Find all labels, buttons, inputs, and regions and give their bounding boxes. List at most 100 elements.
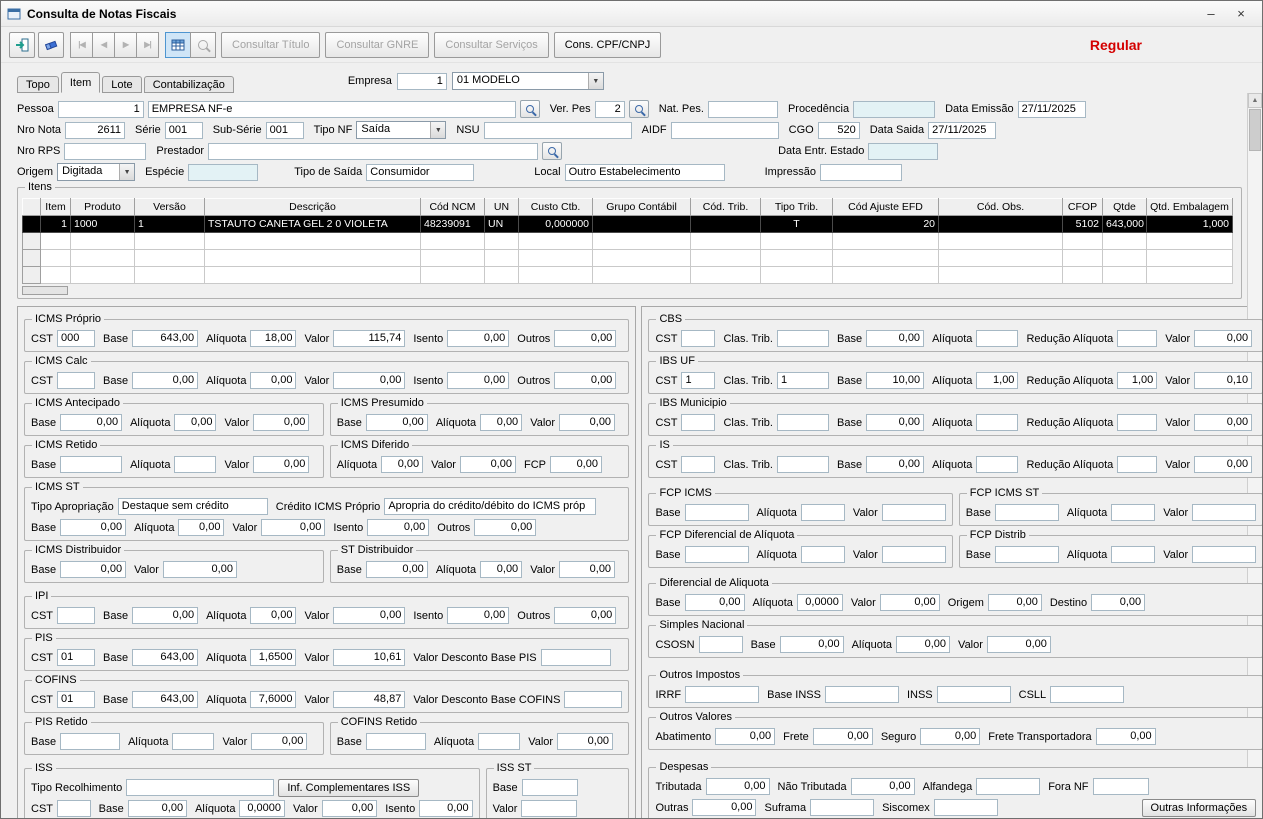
prestador-field[interactable] <box>208 142 539 160</box>
empresa-select[interactable]: 01 MODELO ▼ <box>451 72 604 90</box>
chevron-down-icon[interactable]: ▼ <box>430 122 446 138</box>
fcp-icms-base-field[interactable] <box>684 504 749 521</box>
icms-presumido-aliquota-field[interactable]: 0,00 <box>480 414 523 431</box>
ibs-uf-base-field[interactable]: 10,00 <box>866 372 925 389</box>
search-button[interactable] <box>190 31 216 58</box>
col-header-item[interactable]: Item <box>40 198 71 216</box>
icms-st-base-field[interactable]: 0,00 <box>60 519 127 536</box>
icms-st-aliquota-field[interactable]: 0,00 <box>178 519 225 536</box>
exit-button[interactable] <box>9 31 35 58</box>
cbs-aliquota-field[interactable] <box>976 330 1019 347</box>
outros-impostos-irrf-field[interactable] <box>685 686 760 703</box>
prestador-search-button[interactable] <box>542 142 563 160</box>
despesas-outras-field[interactable]: 0,00 <box>692 799 757 816</box>
st-distribuidor-base-field[interactable]: 0,00 <box>365 561 428 578</box>
col-header-custo-ctb[interactable]: Custo Ctb. <box>518 198 593 216</box>
icms-distribuidor-base-field[interactable]: 0,00 <box>60 561 127 578</box>
diferencial-de-aliquota-valor-field[interactable]: 0,00 <box>879 594 940 611</box>
ipi-valor-field[interactable]: 0,00 <box>333 607 406 624</box>
icms-calc-base-field[interactable]: 0,00 <box>132 372 199 389</box>
outros-impostos-csll-field[interactable] <box>1050 686 1125 703</box>
cons-cpf-cnpj-button[interactable]: Cons. CPF/CNPJ <box>553 31 662 58</box>
tipo-saida-field[interactable]: Consumidor <box>366 163 475 181</box>
iss-st-base-field[interactable] <box>521 779 578 796</box>
ibs-uf-clas-trib-field[interactable]: 1 <box>776 372 829 389</box>
ibs-uf-cst-field[interactable]: 1 <box>681 372 716 389</box>
col-header-cfop[interactable]: CFOP <box>1062 198 1103 216</box>
simples-nacional-aliquota-field[interactable]: 0,00 <box>896 636 951 653</box>
diferencial-de-aliquota-origem-field[interactable]: 0,00 <box>987 594 1042 611</box>
is-valor-field[interactable]: 0,00 <box>1194 456 1253 473</box>
ipi-cst-field[interactable] <box>57 607 95 624</box>
icms-antecipado-base-field[interactable]: 0,00 <box>60 414 123 431</box>
icms-antecipado-aliquota-field[interactable]: 0,00 <box>174 414 217 431</box>
col-header-produto[interactable]: Produto <box>70 198 135 216</box>
iss-base-field[interactable]: 0,00 <box>127 800 188 817</box>
origem-select[interactable]: Digitada ▼ <box>57 163 136 181</box>
cell-un[interactable]: UN <box>484 215 519 233</box>
icms-st-outros-field[interactable]: 0,00 <box>474 519 537 536</box>
icms-presumido-valor-field[interactable]: 0,00 <box>559 414 616 431</box>
icms-proprio-isento-field[interactable]: 0,00 <box>447 330 510 347</box>
data-emissao-field[interactable]: 27/11/2025 <box>1017 100 1086 118</box>
first-record-button[interactable]: |◀ <box>70 31 93 58</box>
pis-retido-valor-field[interactable]: 0,00 <box>251 733 308 750</box>
scroll-thumb[interactable] <box>1249 109 1261 151</box>
next-record-button[interactable]: ▶ <box>114 31 137 58</box>
scroll-up-icon[interactable]: ▲ <box>1248 93 1262 108</box>
pessoa-code-field[interactable]: 1 <box>57 100 144 118</box>
icms-distribuidor-valor-field[interactable]: 0,00 <box>162 561 237 578</box>
aidf-field[interactable] <box>670 121 779 139</box>
despesas-suframa-field[interactable] <box>810 799 875 816</box>
nat-pes-field[interactable] <box>707 100 778 118</box>
data-entr-estado-field[interactable] <box>868 142 939 160</box>
pis-retido-base-field[interactable] <box>60 733 121 750</box>
icms-st-credito-icms-proprio-field[interactable]: Apropria do crédito/débito do ICMS próp <box>384 498 597 515</box>
icms-calc-outros-field[interactable]: 0,00 <box>554 372 617 389</box>
serie-field[interactable]: 001 <box>164 121 203 139</box>
simples-nacional-csosn-field[interactable] <box>698 636 743 653</box>
cell-descricao[interactable]: TSTAUTO CANETA GEL 2 0 VIOLETA <box>204 215 421 233</box>
cbs-reducao-aliquota-field[interactable] <box>1117 330 1158 347</box>
ipi-isento-field[interactable]: 0,00 <box>447 607 510 624</box>
grid-view-button[interactable] <box>165 31 191 58</box>
empresa-code-field[interactable]: 1 <box>396 72 447 90</box>
minimize-button[interactable]: – <box>1196 3 1226 25</box>
outros-valores-seguro-field[interactable]: 0,00 <box>920 728 981 745</box>
tab-contabilizacao[interactable]: Contabilização <box>143 76 234 93</box>
icms-st-valor-field[interactable]: 0,00 <box>261 519 326 536</box>
fcp-distrib-aliquota-field[interactable] <box>1111 546 1156 563</box>
icms-st-isento-field[interactable]: 0,00 <box>367 519 430 536</box>
col-header-cod-obs[interactable]: Cód. Obs. <box>938 198 1063 216</box>
cell-custo-ctb[interactable]: 0,000000 <box>518 215 593 233</box>
outros-valores-frete-field[interactable]: 0,00 <box>812 728 873 745</box>
fcp-icms-valor-field[interactable] <box>881 504 946 521</box>
col-header-versao[interactable]: Versão <box>134 198 205 216</box>
consultar-titulo-button[interactable]: Consultar Título <box>221 31 321 58</box>
col-header-cod-ajuste-efd[interactable]: Cód Ajuste EFD <box>832 198 939 216</box>
ipi-base-field[interactable]: 0,00 <box>132 607 199 624</box>
cell-tipo-trib[interactable]: T <box>760 215 833 233</box>
is-base-field[interactable]: 0,00 <box>866 456 925 473</box>
icms-proprio-base-field[interactable]: 643,00 <box>132 330 199 347</box>
iss-valor-field[interactable]: 0,00 <box>321 800 378 817</box>
fcp-icms-st-base-field[interactable] <box>994 504 1059 521</box>
pessoa-search-button[interactable] <box>519 100 540 118</box>
tipo-nf-select[interactable]: Saída ▼ <box>356 121 447 139</box>
nro-nota-field[interactable]: 2611 <box>65 121 126 139</box>
icms-retido-valor-field[interactable]: 0,00 <box>253 456 310 473</box>
consultar-servicos-button[interactable]: Consultar Serviços <box>434 31 549 58</box>
icms-diferido-valor-field[interactable]: 0,00 <box>459 456 516 473</box>
col-header-un[interactable]: UN <box>484 198 519 216</box>
col-header-tipo-trib[interactable]: Tipo Trib. <box>760 198 833 216</box>
icms-presumido-base-field[interactable]: 0,00 <box>365 414 428 431</box>
pis-cst-field[interactable]: 01 <box>57 649 95 666</box>
fcp-icms-st-aliquota-field[interactable] <box>1111 504 1156 521</box>
cofins-retido-aliquota-field[interactable] <box>478 733 521 750</box>
cofins-retido-base-field[interactable] <box>365 733 426 750</box>
st-distribuidor-valor-field[interactable]: 0,00 <box>559 561 616 578</box>
close-button[interactable]: × <box>1226 3 1256 25</box>
icms-calc-cst-field[interactable] <box>57 372 95 389</box>
col-header-cod-trib[interactable]: Cód. Trib. <box>690 198 761 216</box>
despesas-alfandega-field[interactable] <box>976 778 1041 795</box>
